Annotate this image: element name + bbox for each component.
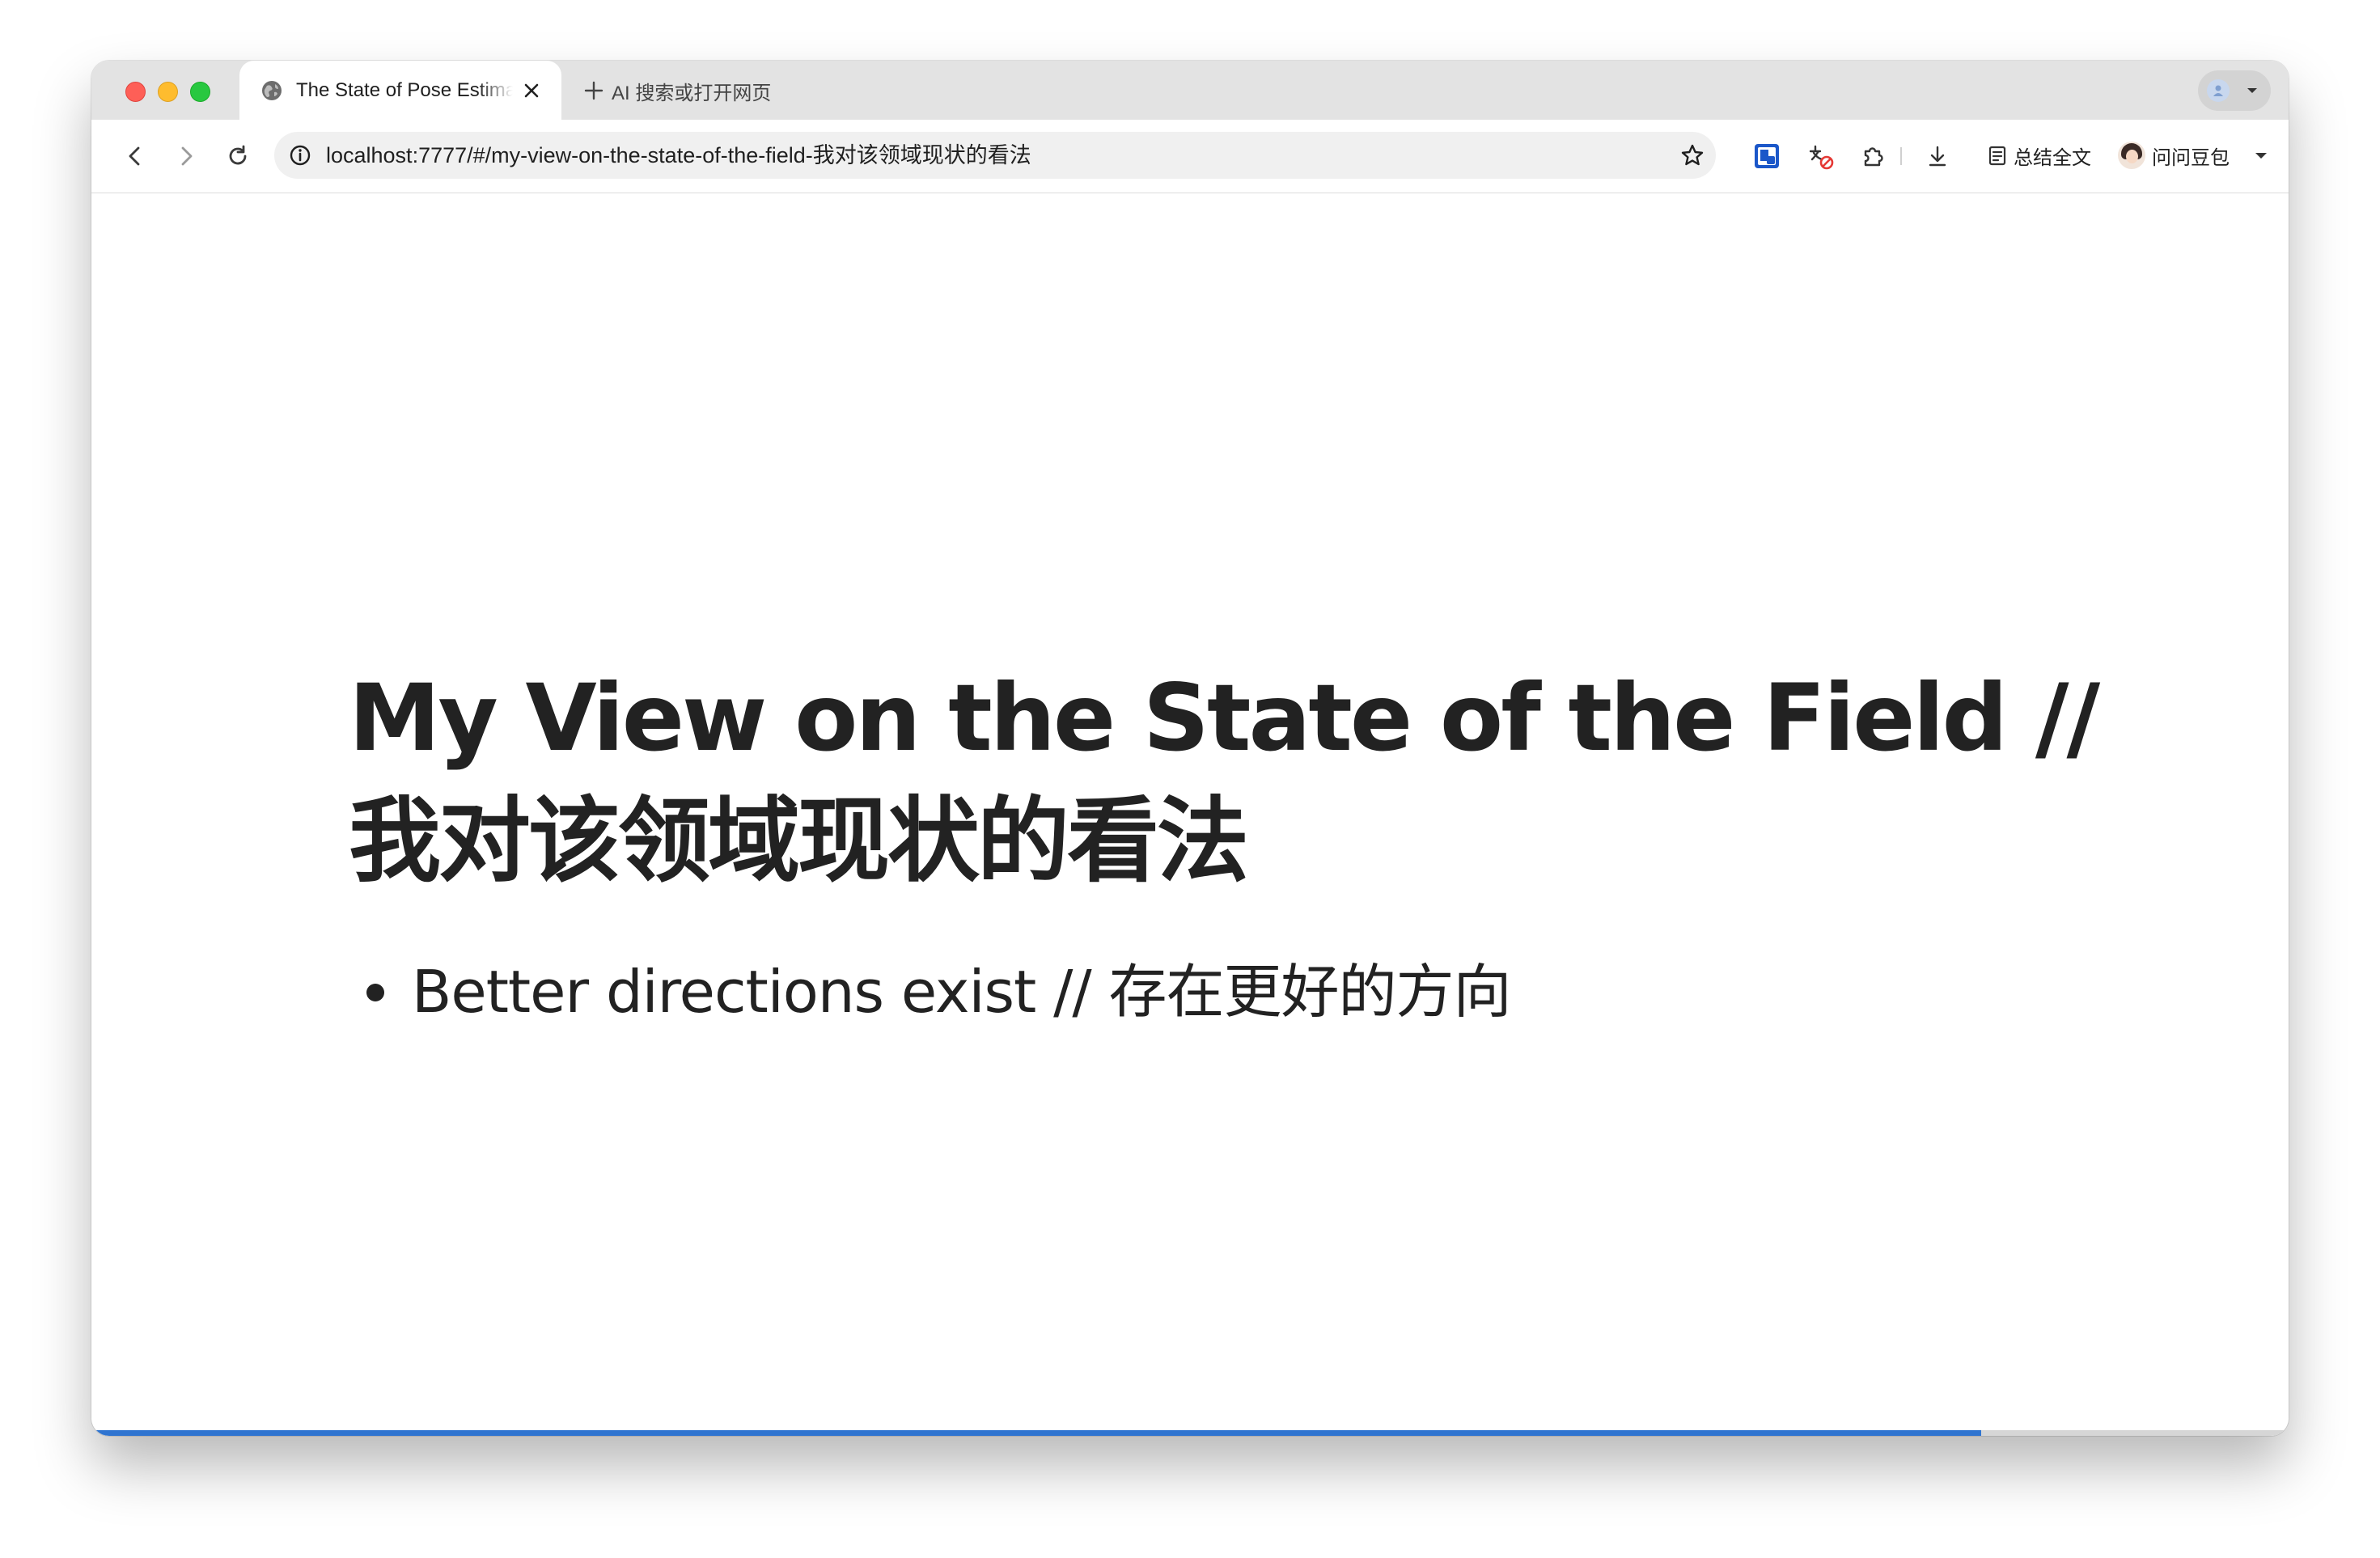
- reload-icon[interactable]: [225, 143, 251, 169]
- extensions-puzzle-icon[interactable]: [1858, 142, 1887, 171]
- back-arrow-icon[interactable]: [122, 143, 148, 169]
- browser-toolbar: localhost:7777/#/my-view-on-the-state-of…: [91, 120, 2289, 193]
- assistant-avatar: [2118, 142, 2145, 169]
- document-summary-icon: [1988, 146, 2006, 166]
- close-icon[interactable]: [521, 80, 542, 101]
- profile-button[interactable]: [2198, 70, 2271, 111]
- ask-assistant-button[interactable]: 问问豆包: [2118, 138, 2230, 173]
- summarize-label: 总结全文: [2014, 146, 2091, 169]
- slide-progress-bar: [91, 1430, 2289, 1436]
- bullet-dot: [366, 984, 384, 1001]
- globe-icon: [262, 81, 282, 100]
- close-window-button[interactable]: [125, 82, 146, 102]
- zoom-window-button[interactable]: [190, 82, 210, 102]
- chevron-down-icon[interactable]: [2255, 152, 2268, 159]
- tab-active[interactable]: The State of Pose Estimation: [239, 61, 561, 120]
- new-tab-label: AI 搜索或打开网页: [612, 82, 772, 104]
- slide-bullet-list: Better directions exist // 存在更好的方向: [349, 951, 1512, 1032]
- pin-extension-icon[interactable]: [1752, 142, 1781, 171]
- ask-assistant-label: 问问豆包: [2152, 146, 2230, 169]
- bullet-text: Better directions exist // 存在更好的方向: [412, 958, 1512, 1026]
- star-icon[interactable]: [1680, 143, 1705, 167]
- toolbar-divider: [1900, 147, 1902, 165]
- new-tab-button[interactable]: AI 搜索或打开网页: [582, 75, 771, 106]
- screenshot-canvas: The State of Pose Estimation AI 搜索或打开网页: [0, 0, 2380, 1558]
- slide-progress-fill: [91, 1430, 1981, 1436]
- address-bar[interactable]: localhost:7777/#/my-view-on-the-state-of…: [274, 132, 1716, 179]
- plus-icon: [584, 81, 603, 100]
- summarize-page-button[interactable]: 总结全文: [1986, 139, 2091, 171]
- download-icon[interactable]: [1923, 142, 1952, 171]
- tab-title: The State of Pose Estimation: [296, 79, 513, 101]
- minimize-window-button[interactable]: [158, 82, 178, 102]
- translate-off-icon[interactable]: [1806, 142, 1835, 171]
- forward-arrow-icon[interactable]: [173, 143, 199, 169]
- info-icon[interactable]: [289, 144, 311, 167]
- slide-viewport: My View on the State of the Field // 我对该…: [91, 193, 2289, 1436]
- tab-strip: The State of Pose Estimation AI 搜索或打开网页: [91, 61, 2289, 120]
- url-text[interactable]: localhost:7777/#/my-view-on-the-state-of…: [326, 141, 1031, 170]
- chevron-down-icon: [2247, 88, 2257, 93]
- browser-window: The State of Pose Estimation AI 搜索或打开网页: [91, 61, 2289, 1436]
- slide-title: My View on the State of the Field // 我对该…: [349, 664, 2100, 895]
- bullet-item: Better directions exist // 存在更好的方向: [349, 951, 1512, 1032]
- profile-icon: [2207, 79, 2230, 102]
